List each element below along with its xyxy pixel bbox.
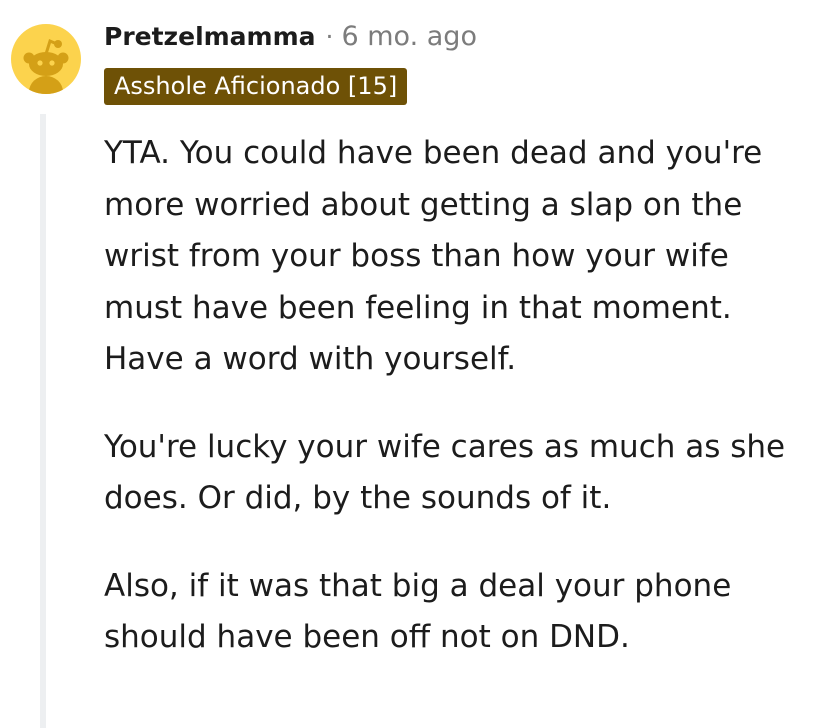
comment-paragraph: Also, if it was that big a deal your pho…	[104, 567, 732, 656]
username-link[interactable]: Pretzelmamma	[104, 22, 316, 51]
comment-paragraph: You're lucky your wife cares as much as …	[104, 428, 786, 517]
snoo-avatar-icon	[23, 38, 69, 94]
meta-separator: ·	[325, 21, 334, 51]
comment-timestamp[interactable]: 6 mo. ago	[341, 21, 476, 52]
thread-collapse-line[interactable]	[40, 114, 46, 728]
user-flair-badge: Asshole Aficionado [15]	[104, 68, 408, 105]
avatar[interactable]	[11, 24, 81, 94]
comment-body: YTA. You could have been dead and you're…	[104, 128, 794, 700]
comment-header: Pretzelmamma · 6 mo. ago	[104, 18, 477, 54]
comment-paragraph: YTA. You could have been dead and you're…	[104, 135, 763, 377]
